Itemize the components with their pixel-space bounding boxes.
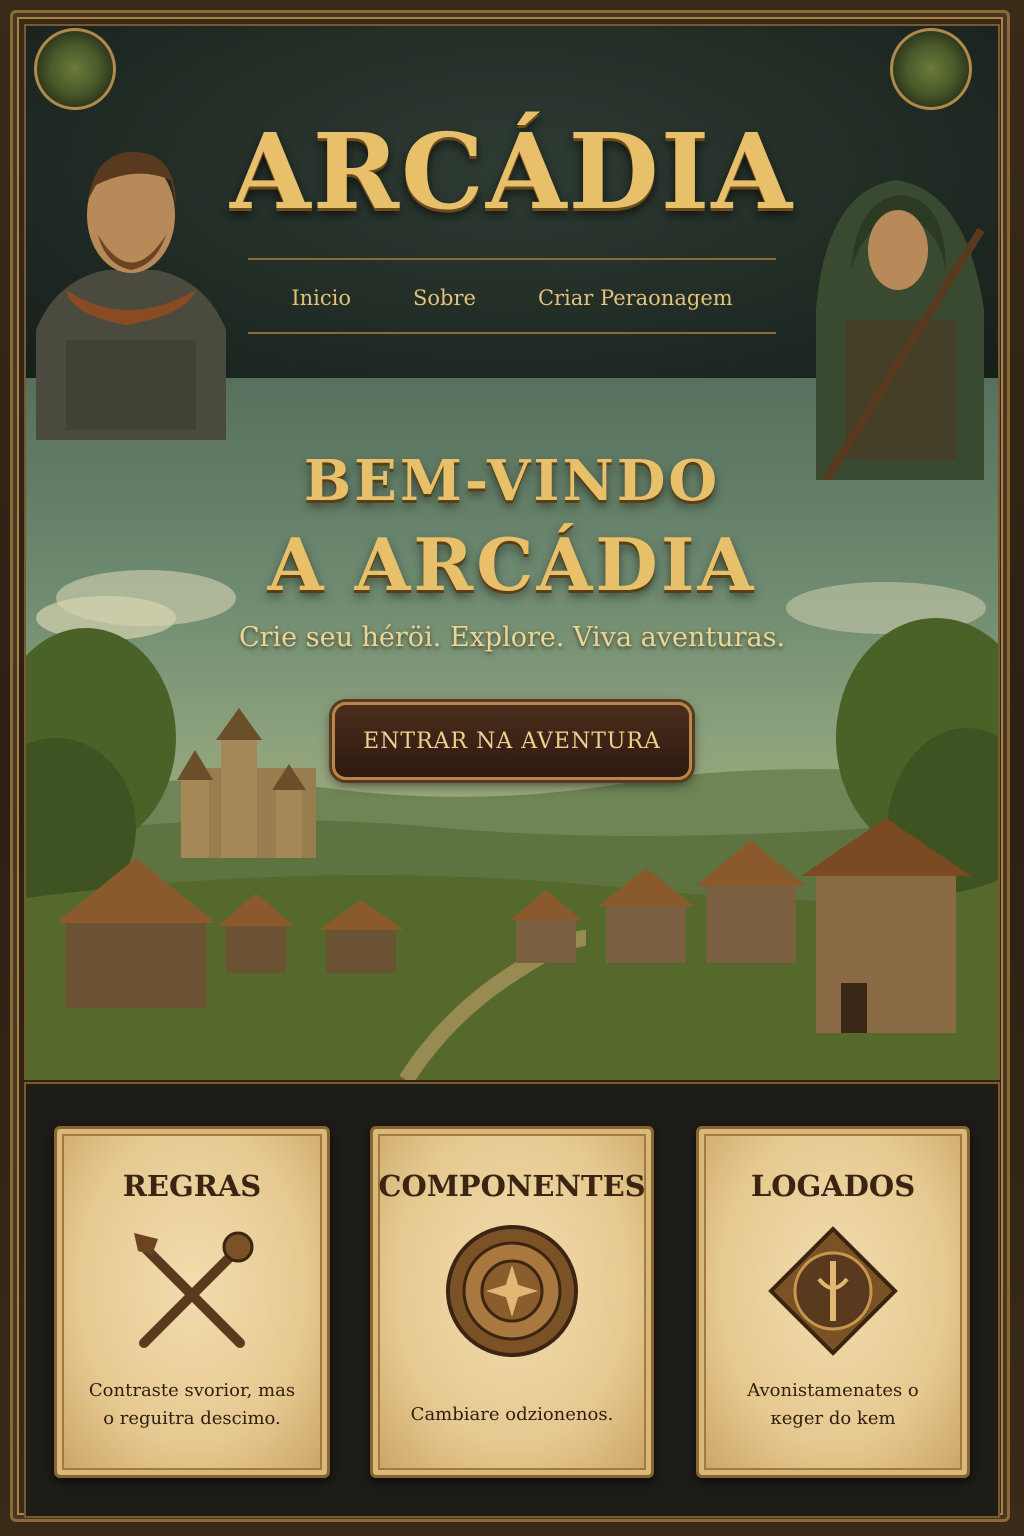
ranger-portrait <box>816 180 985 480</box>
card-title: REGRAS <box>122 1169 262 1203</box>
rune-shield-icon <box>768 1226 898 1356</box>
card-title: LOGADOS <box>750 1169 916 1203</box>
nav-item-inicio[interactable]: Inicio <box>291 282 351 316</box>
nav-divider-top <box>248 258 776 260</box>
card-description: Contraste svorior, mas o reguitra descim… <box>88 1380 296 1429</box>
card-title: COMPONENTES <box>378 1169 646 1203</box>
enter-adventure-label: ENTRAR NA AVENTURA <box>363 728 661 754</box>
hero-subtitle: Crie seu héröi. Explore. Viva aventuras. <box>238 622 786 653</box>
card-regras[interactable]: REGRAS Contraste svorior, mas o reguitra… <box>54 1126 330 1478</box>
card-description: Cambiare odzionenos. <box>410 1404 614 1425</box>
corner-medallion-left-icon <box>34 28 116 110</box>
hero-title-line2: A ARCÁDIA <box>267 522 757 607</box>
crossed-maces-icon <box>134 1231 254 1348</box>
corner-medallion-right-icon <box>890 28 972 110</box>
hero-title-line1: BEM-VINDO <box>303 448 721 514</box>
enter-adventure-button[interactable]: ENTRAR NA AVENTURA <box>332 702 692 780</box>
nav-divider-bottom <box>248 332 776 334</box>
card-description: Avonistamenates o кeger do kem <box>747 1380 919 1429</box>
compass-medallion-icon <box>446 1225 578 1357</box>
warrior-portrait <box>36 151 226 440</box>
nav-item-criar-personagem[interactable]: Criar Peraonagem <box>538 282 733 316</box>
card-logados[interactable]: LOGADOS Avonistamenates o кeger do kem <box>696 1126 970 1478</box>
nav-item-sobre[interactable]: Sobre <box>413 282 476 316</box>
card-componentes[interactable]: COMPONENTES Cambiare odzionenos. <box>370 1126 654 1478</box>
